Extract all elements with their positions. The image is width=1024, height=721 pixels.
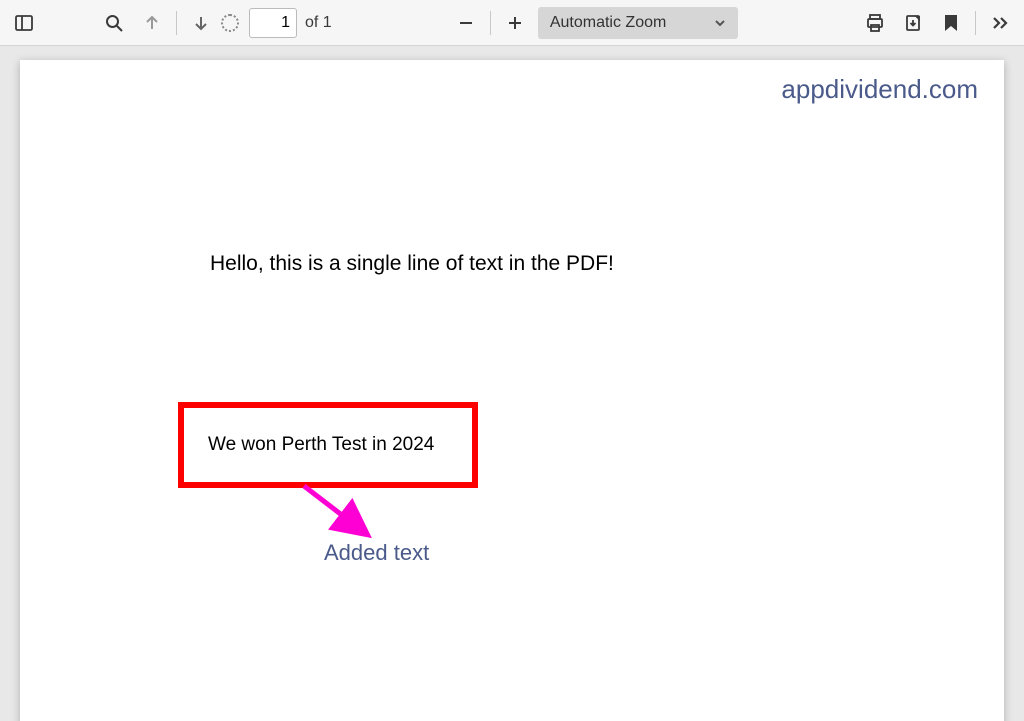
pdf-page: appdividend.com Hello, this is a single …: [20, 60, 1004, 721]
bookmark-icon: [943, 13, 959, 33]
page-indicator: of 1: [221, 8, 332, 38]
loading-icon: [221, 14, 239, 32]
watermark-text: appdividend.com: [781, 74, 978, 105]
pdf-viewer[interactable]: appdividend.com Hello, this is a single …: [0, 46, 1024, 721]
sidebar-icon: [14, 13, 34, 33]
plus-icon: [506, 14, 524, 32]
highlighted-text: We won Perth Test in 2024: [208, 434, 434, 456]
bookmark-button[interactable]: [933, 5, 969, 41]
save-button[interactable]: [895, 5, 931, 41]
annotation-arrow-icon: [296, 478, 396, 548]
find-button[interactable]: [96, 5, 132, 41]
zoom-in-button[interactable]: [497, 5, 533, 41]
next-page-button[interactable]: [183, 5, 219, 41]
print-button[interactable]: [857, 5, 893, 41]
separator: [176, 11, 177, 35]
separator: [975, 11, 976, 35]
separator: [490, 11, 491, 35]
pdf-toolbar: of 1 Automatic Zoom: [0, 0, 1024, 46]
chevron-double-right-icon: [990, 13, 1010, 33]
chevron-down-icon: [714, 17, 726, 29]
arrow-down-icon: [192, 14, 210, 32]
pdf-text-line: Hello, this is a single line of text in …: [210, 252, 614, 276]
toggle-sidebar-button[interactable]: [6, 5, 42, 41]
previous-page-button[interactable]: [134, 5, 170, 41]
page-number-input[interactable]: [249, 8, 297, 38]
tools-button[interactable]: [982, 5, 1018, 41]
arrow-up-icon: [143, 14, 161, 32]
download-icon: [903, 13, 923, 33]
page-total-label: of 1: [305, 14, 332, 32]
zoom-out-button[interactable]: [448, 5, 484, 41]
minus-icon: [457, 14, 475, 32]
zoom-select[interactable]: Automatic Zoom: [538, 7, 738, 39]
search-icon: [104, 13, 124, 33]
annotation-highlight-box: We won Perth Test in 2024: [178, 402, 478, 488]
print-icon: [865, 13, 885, 33]
zoom-select-label: Automatic Zoom: [550, 14, 666, 32]
annotation-label: Added text: [324, 540, 429, 566]
